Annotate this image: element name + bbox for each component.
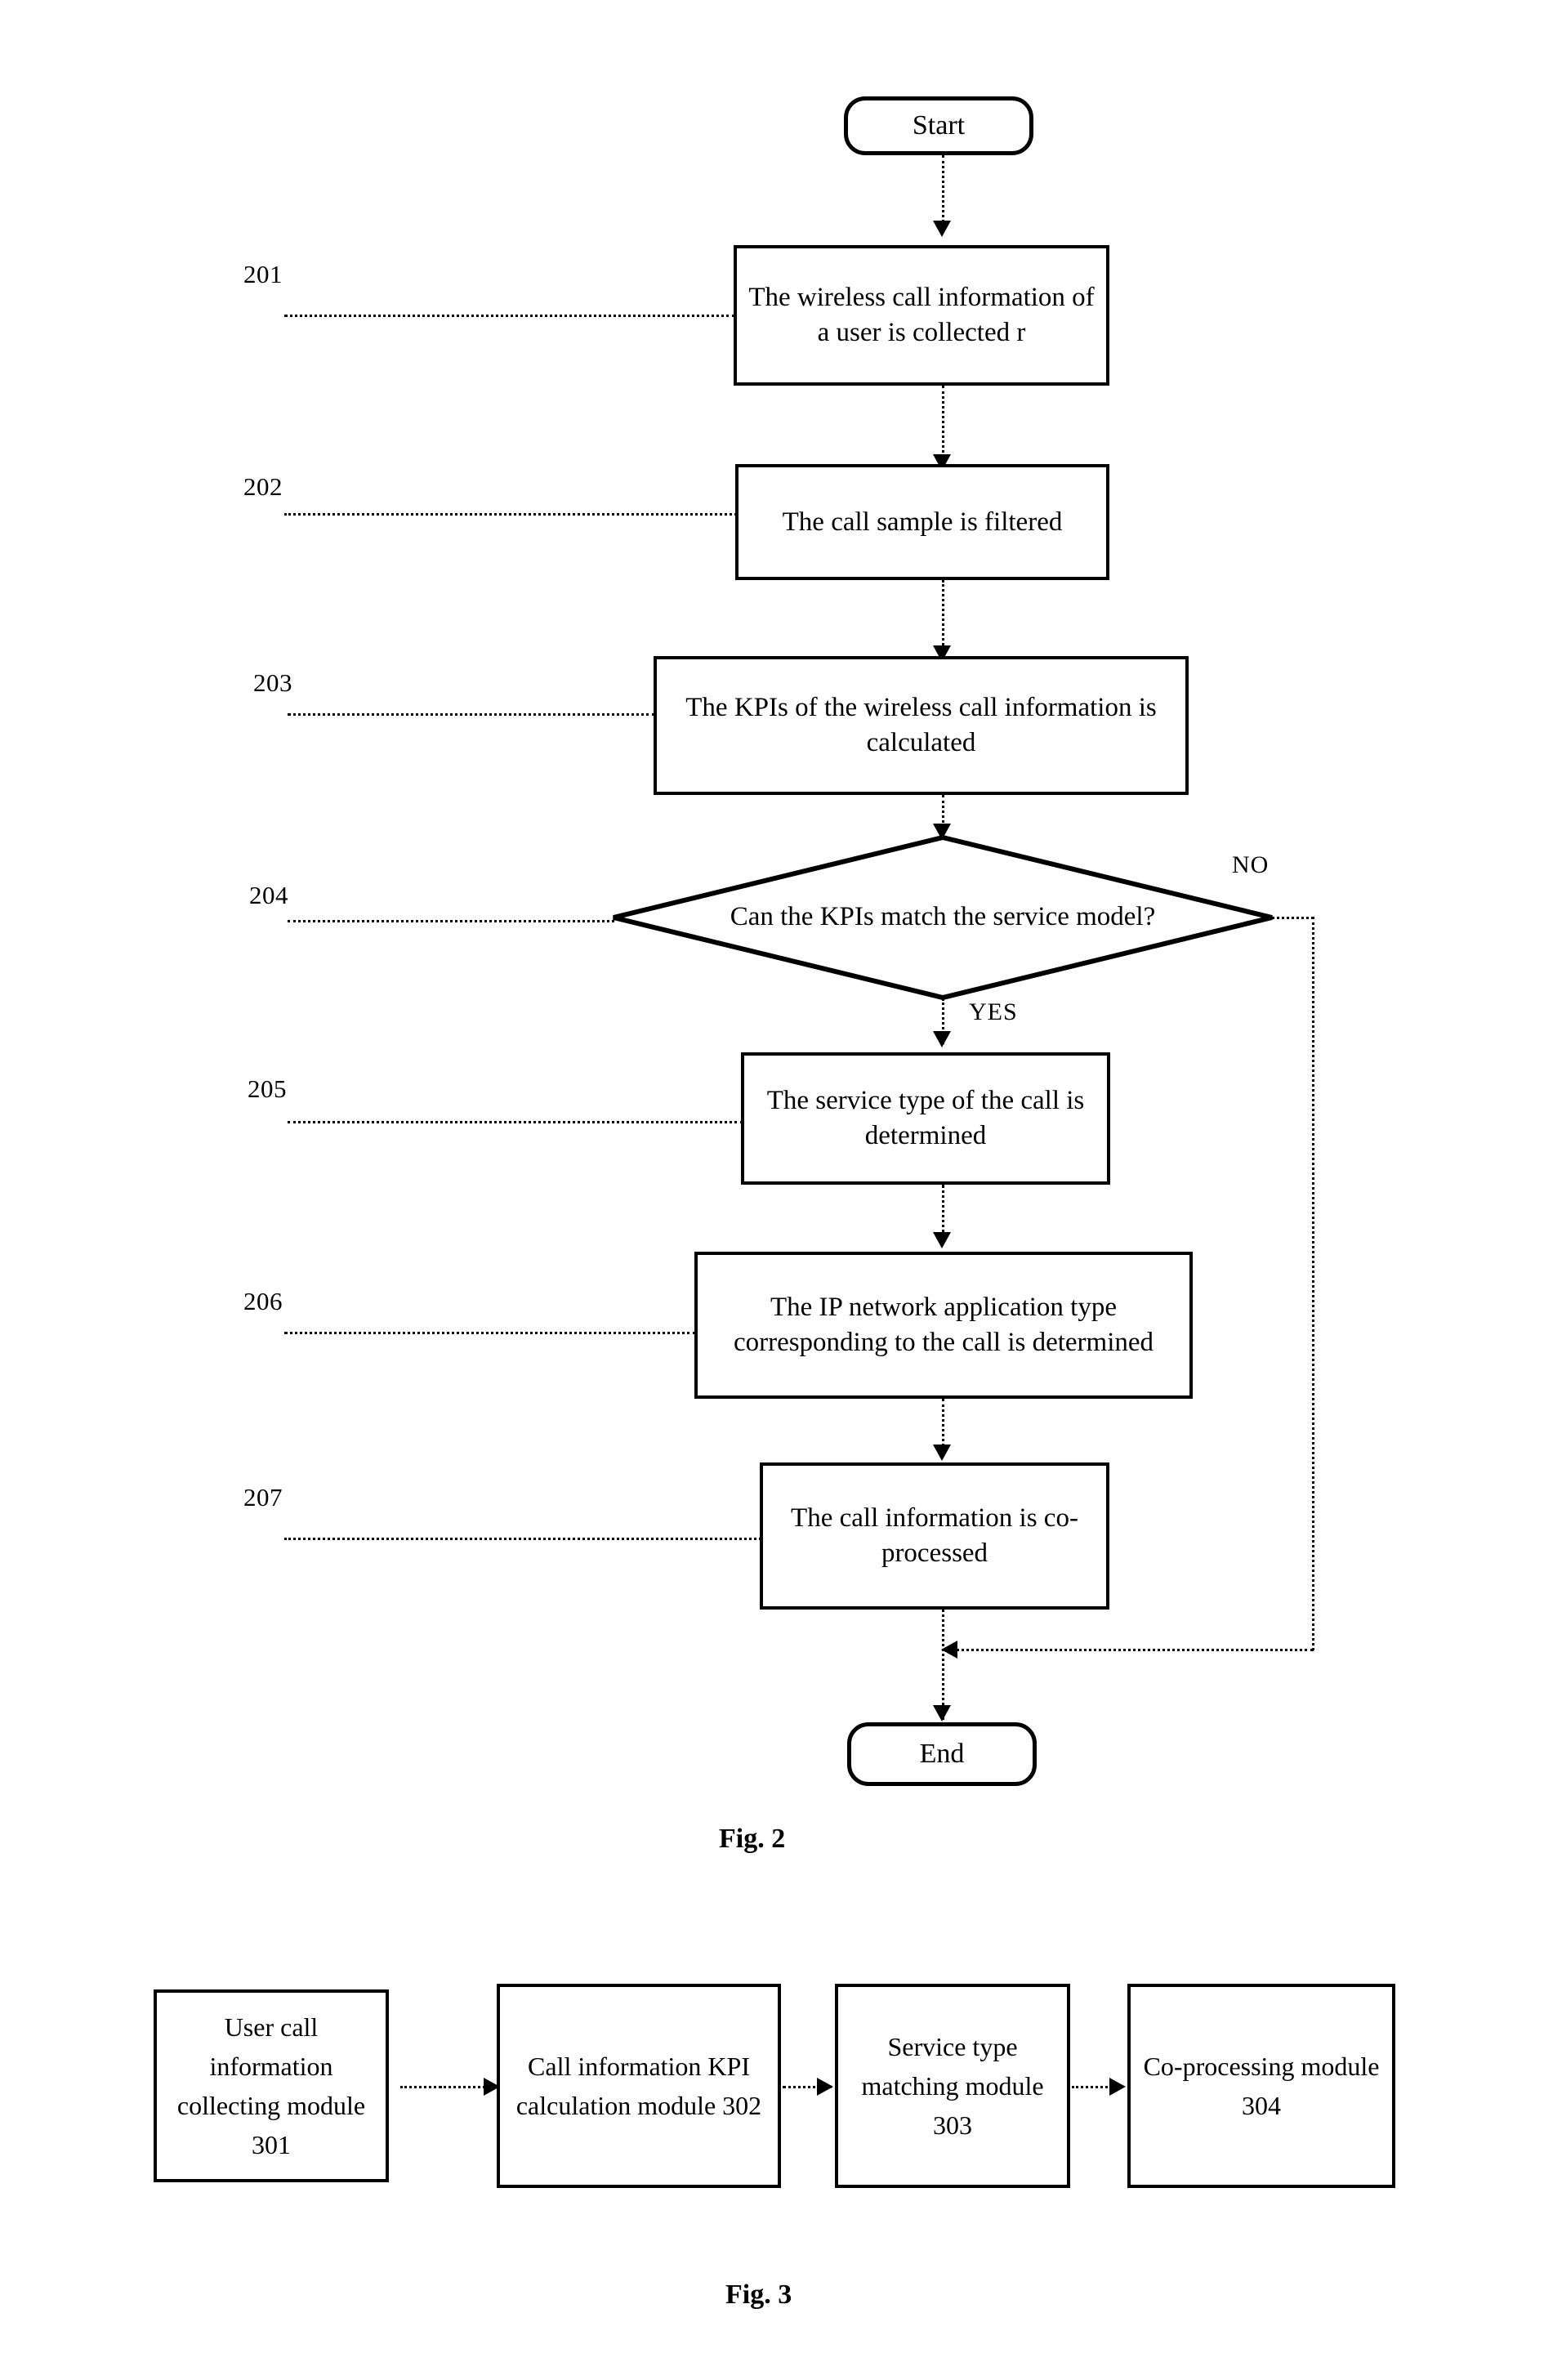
connector-201-to-202 [942,386,944,458]
connector-301-to-302-tail [440,2086,485,2088]
module-box-304: Co-processing module 304 [1127,1984,1395,2188]
module-box-302: Call information KPI calculation module … [497,1984,781,2188]
flowchart-step-201-box: The wireless call information of a user … [734,245,1109,386]
arrowhead-start-to-201 [933,221,951,237]
step-202-text: The call sample is filtered [782,507,1063,537]
flowchart-start-terminal: Start [844,96,1033,155]
step-number-205: 205 [248,1074,287,1103]
leader-line-207 [284,1538,761,1540]
step-203-text: The KPIs of the wireless call informatio… [685,693,1157,757]
step-number-203: 203 [253,668,292,697]
module-303-text: Service type matching module 303 [861,2032,1044,2140]
leader-line-205 [288,1121,743,1123]
connector-no-branch-horizontal-top [1272,917,1314,919]
leader-line-201 [284,315,735,317]
leader-line-206 [284,1332,696,1334]
arrowhead-303-to-304 [1109,2078,1126,2096]
step-201-text: The wireless call information of a user … [748,283,1095,347]
arrowhead-207-to-end [933,1705,951,1721]
arrowhead-302-to-303 [817,2078,833,2096]
step-number-207: 207 [243,1483,283,1512]
figure-3-caption: Fig. 3 [725,2280,792,2310]
step-number-201: 201 [243,260,283,288]
leader-line-204 [288,920,614,922]
arrowhead-206-to-207 [933,1445,951,1461]
flowchart-step-204-decision: Can the KPIs match the service model? [611,834,1274,1001]
connector-202-to-203 [942,580,944,650]
start-label: Start [912,110,966,141]
branch-label-no: NO [1232,851,1270,878]
step-205-text: The service type of the call is determin… [766,1086,1085,1150]
step-number-204: 204 [249,881,288,909]
flowchart-end-terminal: End [847,1722,1037,1786]
module-box-301: User call information collecting module … [154,1989,389,2182]
connector-no-branch-vertical [1312,917,1314,1650]
module-301-text: User call information collecting module … [176,2012,366,2159]
connector-start-to-201 [942,155,944,222]
leader-line-202 [284,513,737,516]
flowchart-step-207-box: The call information is co-processed [760,1462,1109,1610]
patent-figure-sheet: Start The wireless call information of a… [0,0,1544,2380]
leader-line-203 [288,713,655,716]
step-207-text: The call information is co-processed [791,1503,1078,1568]
module-302-text: Call information KPI calculation module … [515,2052,762,2120]
arrowhead-204-to-205 [933,1031,951,1047]
module-304-text: Co-processing module 304 [1143,2052,1380,2120]
step-204-text: Can the KPIs match the service model? [730,902,1156,932]
flowchart-step-205-box: The service type of the call is determin… [741,1052,1110,1185]
flowchart-step-206-box: The IP network application type correspo… [694,1252,1193,1399]
flowchart-step-202-box: The call sample is filtered [735,464,1109,580]
connector-no-branch-horizontal-bottom [956,1649,1314,1651]
connector-207-to-end [942,1610,944,1720]
end-label: End [919,1739,965,1769]
arrowhead-205-to-206 [933,1232,951,1248]
step-206-text: The IP network application type correspo… [733,1293,1154,1357]
connector-301-to-302 [400,2086,441,2088]
flowchart-step-203-box: The KPIs of the wireless call informatio… [654,656,1189,795]
module-box-303: Service type matching module 303 [835,1984,1070,2188]
figure-2-caption: Fig. 2 [719,1824,786,1854]
step-number-206: 206 [243,1287,283,1315]
step-number-202: 202 [243,472,283,501]
branch-label-yes: YES [969,998,1018,1025]
